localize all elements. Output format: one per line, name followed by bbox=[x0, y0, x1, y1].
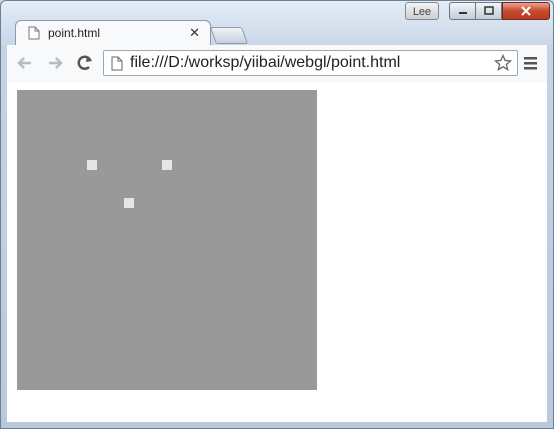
url-text: file:///D:/worksp/yiibai/webgl/point.htm… bbox=[130, 54, 401, 71]
tab-close-icon[interactable]: ✕ bbox=[189, 25, 200, 41]
new-tab-button[interactable] bbox=[209, 27, 249, 44]
minimize-button[interactable] bbox=[449, 2, 476, 20]
point bbox=[162, 160, 172, 170]
star-icon[interactable] bbox=[494, 54, 512, 72]
point bbox=[87, 160, 97, 170]
menu-icon[interactable] bbox=[523, 53, 543, 73]
page-icon bbox=[28, 26, 40, 40]
point bbox=[124, 198, 134, 208]
page-icon bbox=[111, 56, 123, 71]
address-bar[interactable]: file:///D:/worksp/yiibai/webgl/point.htm… bbox=[103, 50, 518, 76]
toolbar: file:///D:/worksp/yiibai/webgl/point.htm… bbox=[7, 45, 547, 83]
browser-window: Lee point.html ✕ file:///D:/worksp/yiiba… bbox=[0, 0, 554, 429]
user-badge[interactable]: Lee bbox=[405, 2, 439, 20]
back-icon[interactable] bbox=[15, 53, 35, 73]
webgl-canvas[interactable] bbox=[17, 90, 317, 390]
maximize-button[interactable] bbox=[475, 2, 502, 20]
close-window-button[interactable] bbox=[502, 2, 550, 20]
reload-icon[interactable] bbox=[75, 53, 95, 73]
forward-icon[interactable] bbox=[45, 53, 65, 73]
tab-point-html[interactable]: point.html ✕ bbox=[15, 20, 211, 46]
close-icon bbox=[521, 6, 531, 16]
page-content bbox=[7, 83, 547, 422]
maximize-icon bbox=[483, 6, 494, 15]
tab-title: point.html bbox=[48, 26, 101, 40]
minimize-icon bbox=[458, 12, 467, 14]
